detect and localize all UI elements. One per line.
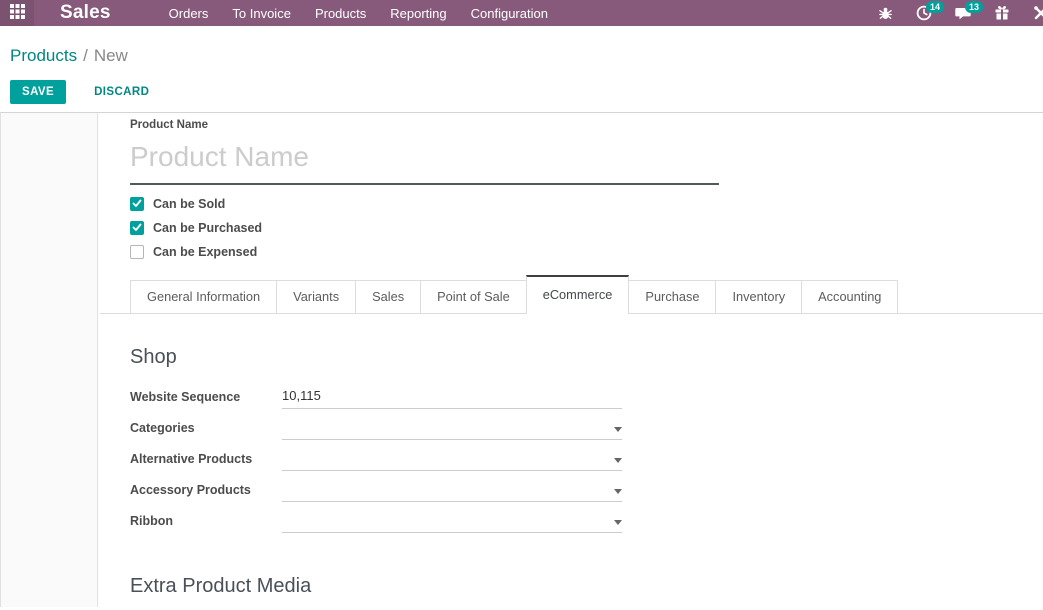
accessory-products-field	[282, 478, 622, 502]
apps-menu-button[interactable]	[0, 0, 34, 26]
menu-orders[interactable]: Orders	[169, 6, 209, 21]
product-name-label: Product Name	[130, 119, 1043, 131]
breadcrumb-current: New	[94, 46, 128, 65]
ribbon-field	[282, 509, 622, 533]
can-be-expensed-checkbox[interactable]	[130, 245, 144, 259]
website-sequence-field	[282, 385, 622, 409]
check-icon	[132, 195, 142, 213]
tab-purchase[interactable]: Purchase	[628, 280, 716, 313]
tab-bar: General Information Variants Sales Point…	[100, 275, 1043, 314]
messages-chat-icon[interactable]: 13	[954, 0, 972, 26]
can-be-sold-row: Can be Sold	[130, 197, 1043, 211]
alternative-products-input[interactable]	[282, 447, 622, 470]
website-sequence-row: Website Sequence	[130, 385, 1043, 409]
caret-down-icon[interactable]	[614, 520, 622, 525]
tab-inventory[interactable]: Inventory	[715, 280, 802, 313]
caret-down-icon[interactable]	[614, 489, 622, 494]
tab-accounting[interactable]: Accounting	[801, 280, 898, 313]
alternative-products-row: Alternative Products	[130, 447, 1043, 471]
shop-section-title: Shop	[130, 346, 1043, 369]
gift-icon[interactable]	[993, 0, 1011, 26]
can-be-purchased-row: Can be Purchased	[130, 221, 1043, 235]
categories-field	[282, 416, 622, 440]
debug-bug-icon[interactable]	[876, 0, 894, 26]
apps-grid-icon	[10, 4, 25, 22]
website-sequence-input[interactable]	[282, 385, 622, 408]
categories-input[interactable]	[282, 416, 622, 439]
breadcrumb: Products / New	[10, 46, 1033, 66]
check-icon	[132, 219, 142, 237]
sheet-left-margin	[1, 113, 97, 607]
ecommerce-tab-page: Shop Website Sequence Categories Altern	[130, 314, 1043, 610]
tab-sales[interactable]: Sales	[355, 280, 421, 313]
extra-product-media-section: Extra Product Media ADD A MEDIA	[130, 575, 1043, 610]
can-be-sold-checkbox[interactable]	[130, 197, 144, 211]
caret-down-icon[interactable]	[614, 427, 622, 432]
alternative-products-field	[282, 447, 622, 471]
categories-label: Categories	[130, 421, 282, 440]
can-be-sold-label: Can be Sold	[153, 197, 225, 211]
menu-configuration[interactable]: Configuration	[471, 6, 548, 21]
ribbon-input[interactable]	[282, 509, 622, 532]
activities-badge: 14	[926, 1, 944, 13]
product-flags: Can be Sold Can be Purchased Can be Expe…	[130, 197, 1043, 259]
breadcrumb-separator: /	[83, 46, 88, 65]
menu-to-invoice[interactable]: To Invoice	[232, 6, 291, 21]
save-button[interactable]: SAVE	[10, 80, 66, 104]
discard-button[interactable]: DISCARD	[82, 80, 161, 104]
app-name[interactable]: Sales	[60, 2, 111, 24]
tab-general-information[interactable]: General Information	[130, 280, 277, 313]
form-sheet: Product Name Can be Sold	[97, 113, 1043, 607]
categories-row: Categories	[130, 416, 1043, 440]
ribbon-row: Ribbon	[130, 509, 1043, 533]
notebook: General Information Variants Sales Point…	[100, 275, 1043, 314]
website-sequence-label: Website Sequence	[130, 390, 282, 409]
tab-ecommerce[interactable]: eCommerce	[526, 275, 630, 314]
breadcrumb-products-link[interactable]: Products	[10, 46, 77, 65]
odoo-window: Sales Orders To Invoice Products Reporti…	[0, 0, 1043, 610]
can-be-purchased-label: Can be Purchased	[153, 221, 262, 235]
systray: 14 13	[876, 0, 1043, 26]
extra-product-media-title: Extra Product Media	[130, 575, 1043, 598]
support-tools-icon[interactable]	[1032, 0, 1043, 26]
control-panel-buttons: SAVE DISCARD	[10, 80, 1033, 112]
alternative-products-label: Alternative Products	[130, 452, 282, 471]
activities-clock-icon[interactable]: 14	[915, 0, 933, 26]
accessory-products-input[interactable]	[282, 478, 622, 501]
messages-badge: 13	[965, 1, 983, 13]
app-menus: Orders To Invoice Products Reporting Con…	[169, 6, 548, 21]
top-navbar: Sales Orders To Invoice Products Reporti…	[0, 0, 1043, 26]
can-be-expensed-label: Can be Expensed	[153, 245, 257, 259]
menu-products[interactable]: Products	[315, 6, 366, 21]
form-view: Product Name Can be Sold	[0, 112, 1043, 607]
product-name-input[interactable]	[130, 131, 719, 185]
ribbon-label: Ribbon	[130, 514, 282, 533]
can-be-purchased-checkbox[interactable]	[130, 221, 144, 235]
accessory-products-row: Accessory Products	[130, 478, 1043, 502]
tab-variants[interactable]: Variants	[276, 280, 356, 313]
caret-down-icon[interactable]	[614, 458, 622, 463]
accessory-products-label: Accessory Products	[130, 483, 282, 502]
control-panel: Products / New SAVE DISCARD	[0, 26, 1043, 112]
can-be-expensed-row: Can be Expensed	[130, 245, 1043, 259]
menu-reporting[interactable]: Reporting	[390, 6, 446, 21]
tab-point-of-sale[interactable]: Point of Sale	[420, 280, 527, 313]
